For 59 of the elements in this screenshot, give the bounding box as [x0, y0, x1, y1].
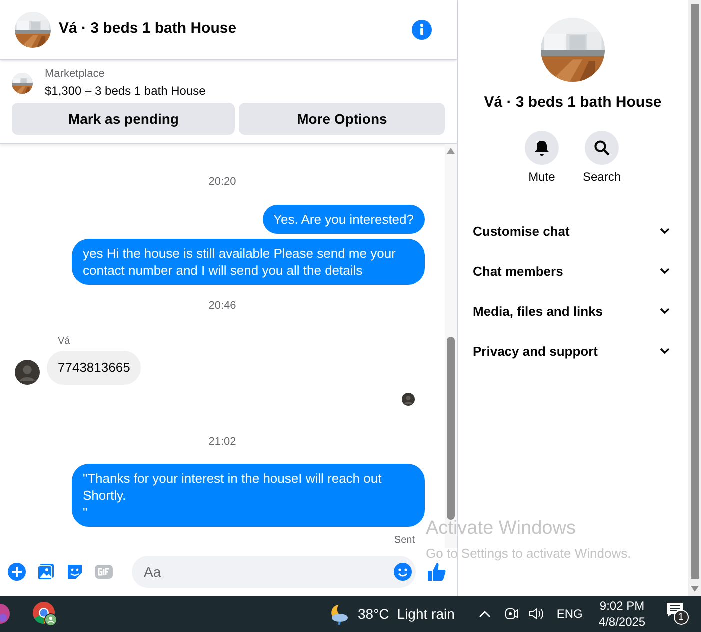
notification-badge: 1 — [674, 610, 689, 625]
language-indicator[interactable]: ENG — [556, 605, 583, 623]
like-icon[interactable] — [427, 562, 447, 582]
message-bubble: "Thanks for your interest in the houseI will reach out Shortly. " — [72, 464, 425, 528]
speaker-icon[interactable] — [528, 607, 545, 621]
section-label: Customise chat — [473, 222, 570, 241]
info-icon[interactable] — [412, 20, 432, 40]
chevron-up-icon[interactable] — [478, 610, 491, 618]
section-row[interactable]: Customise chat — [458, 212, 688, 252]
scroll-up-icon[interactable] — [447, 148, 455, 154]
section-row[interactable]: Media, files and links — [458, 292, 688, 332]
action-button[interactable]: More Options — [239, 103, 445, 136]
section-row[interactable]: Privacy and support — [458, 332, 688, 372]
seen-avatar-icon — [402, 392, 415, 406]
activation-title: Activate Windows — [426, 518, 577, 540]
scroll-down-icon[interactable] — [690, 586, 698, 592]
emoji-icon[interactable] — [394, 563, 412, 582]
section-label: Media, files and links — [473, 302, 604, 321]
camera-icon[interactable] — [504, 606, 519, 622]
listing-source: Marketplace — [45, 67, 106, 82]
chevron-icon — [660, 308, 670, 315]
sender-name: Vá — [58, 335, 72, 350]
listing-summary: $1,300 – 3 beds 1 bath House — [45, 83, 206, 100]
bell-icon — [534, 140, 550, 156]
section-label: Chat members — [473, 262, 564, 281]
message-bubble: 7743813665 — [47, 351, 142, 385]
chat-title: Vá · 3 beds 1 bath House — [59, 19, 238, 40]
timestamp: 20:46 — [208, 298, 236, 314]
activation-subtitle: Go to Settings to activate Windows. — [426, 545, 632, 563]
mute-button[interactable] — [524, 130, 559, 164]
chevron-icon — [660, 268, 670, 275]
action-label: Mute — [528, 168, 556, 186]
temperature: 38°C — [358, 604, 390, 624]
image-icon[interactable] — [37, 563, 55, 582]
action-button[interactable]: Mark as pending — [12, 103, 236, 136]
action-label: Search — [582, 168, 622, 186]
avatar-icon — [15, 360, 40, 385]
message-bubble: Yes. Are you interested? — [262, 204, 425, 234]
message-bubble: yes Hi the house is still available Please send me your contact number and I will send you all the details — [72, 238, 425, 285]
sticker-icon[interactable] — [66, 563, 84, 582]
clock-time[interactable]: 9:02 PM — [600, 598, 645, 614]
weather-label: Light rain — [397, 604, 455, 624]
timestamp: 20:20 — [208, 175, 236, 190]
plus-icon[interactable] — [8, 563, 26, 582]
scrollbar-thumb[interactable] — [447, 337, 455, 520]
timestamp: 21:02 — [208, 434, 236, 450]
chevron-icon — [660, 228, 670, 235]
scrollbar-thumb[interactable] — [690, 4, 698, 579]
section-row[interactable]: Chat members — [458, 252, 688, 292]
message-status: Sent — [394, 534, 415, 548]
message-input[interactable]: Aa — [132, 556, 416, 588]
clock-date[interactable]: 4/8/2025 — [598, 614, 646, 630]
app-icon[interactable] — [0, 601, 10, 627]
search-button[interactable] — [585, 130, 619, 164]
section-label: Privacy and support — [473, 342, 598, 361]
conversation-name: Vá · 3 beds 1 bath House — [484, 93, 662, 113]
browser-icon[interactable] — [32, 601, 58, 627]
chevron-icon — [660, 348, 670, 355]
search-icon — [594, 140, 610, 156]
